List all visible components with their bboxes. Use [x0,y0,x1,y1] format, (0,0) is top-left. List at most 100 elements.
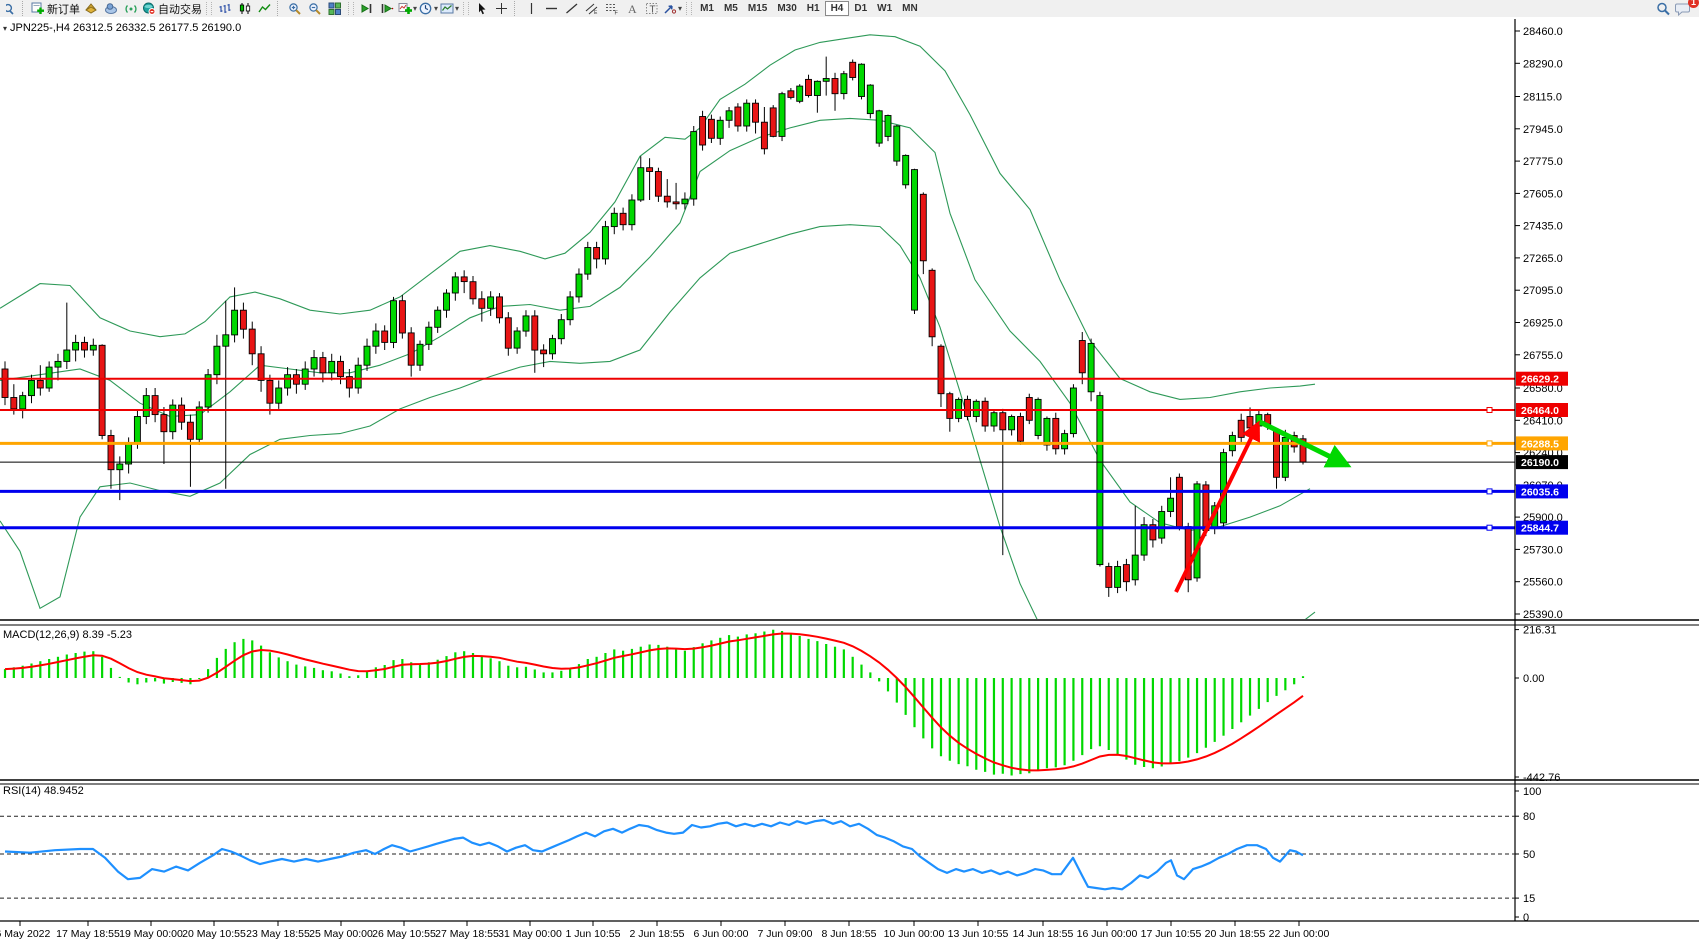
candle-body [841,74,847,94]
symbol-ohlc-text: JPN225-,H4 26312.5 26332.5 26177.5 26190… [10,22,241,34]
candle-body [258,354,264,381]
time-tick-label: 31 May 00:00 [498,928,562,940]
candle-body [37,380,43,388]
candle-body [744,103,750,126]
candle-body [594,248,600,259]
candle-body [408,333,414,365]
candle-body [29,380,35,395]
candle-body [1035,399,1041,435]
price-tick-label: 27775.0 [1523,156,1563,168]
candle-body [179,405,185,422]
candle-body [708,119,714,138]
rsi-tick-label: 50 [1523,849,1535,861]
hline-handle[interactable] [1487,489,1492,494]
candle-body [2,369,8,398]
price-line-badge: 26190.0 [1516,455,1568,469]
candle-body [1132,555,1138,580]
price-tick-label: 28460.0 [1523,26,1563,38]
rsi-tick-label: 80 [1523,811,1535,823]
candle-body [885,116,891,137]
candle-body [11,398,17,409]
candle-body [859,64,865,96]
hline-handle[interactable] [1487,408,1492,413]
candle-body [1097,396,1103,565]
candle-body [329,361,335,372]
time-tick-label: 10 Jun 00:00 [884,928,945,940]
candle-body [223,335,229,346]
candle-body [814,81,820,95]
candle-body [823,79,829,82]
candle-body [735,107,741,126]
candle-body [602,227,608,259]
candle-body [770,108,776,136]
candle-body [488,297,494,308]
candle-body [867,85,873,114]
candle-body [700,117,706,146]
candle-body [1044,418,1050,445]
candle-body [1062,434,1068,449]
price-tick-label: 28115.0 [1523,92,1562,104]
candle-body [982,401,988,426]
price-tick-label: 27435.0 [1523,221,1563,233]
candle-body [82,342,88,350]
candle-body [991,413,997,426]
candle-body [1238,420,1244,437]
candle-body [673,202,679,204]
time-tick-label: 22 Jun 00:00 [1269,928,1330,940]
candle-body [1018,417,1024,442]
candle-body [726,111,732,121]
candle-body [647,168,653,172]
candle-body [99,345,105,435]
symbol-ohlc-label: ▾JPN225-,H4 26312.5 26332.5 26177.5 2619… [3,22,241,34]
candle-body [73,342,79,350]
candle-body [267,380,273,403]
candle-body [717,120,723,138]
candle-body [152,396,158,415]
candle-body [134,417,140,444]
time-tick-label: 20 May 10:55 [182,928,246,940]
price-line-badge: 26035.6 [1516,484,1568,498]
candle-body [90,345,96,350]
candle-body [196,407,202,439]
chart-window[interactable]: 28460.028290.028115.027945.027775.027605… [0,0,1699,943]
candle-body [1168,498,1174,511]
candle-body [514,331,520,348]
time-tick-label: 6 Jun 00:00 [694,928,749,940]
hline-handle[interactable] [1487,525,1492,530]
time-tick-label: 14 Jun 18:55 [1013,928,1074,940]
candle-body [929,270,935,337]
candle-body [249,329,255,354]
candle-body [461,277,467,282]
price-chart[interactable]: 28460.028290.028115.027945.027775.027605… [0,0,1699,943]
candle-body [691,132,697,199]
price-tick-label: 27095.0 [1523,285,1563,297]
candle-body [1115,567,1121,588]
price-tick-label: 25390.0 [1523,609,1563,621]
candle-body [497,297,503,318]
svg-text:26464.0: 26464.0 [1521,405,1559,417]
price-tick-label: 26410.0 [1523,415,1563,427]
time-tick-label: 1 Jun 10:55 [566,928,621,940]
candle-body [320,358,326,373]
rsi-indicator-label: RSI(14) 48.9452 [3,785,84,797]
candle-body [753,103,759,122]
price-tick-label: 27265.0 [1523,253,1563,265]
time-tick-label: 16 May 2022 [0,928,51,940]
time-tick-label: 25 May 00:00 [309,928,373,940]
time-tick-label: 20 Jun 18:55 [1205,928,1266,940]
candle-body [761,122,767,149]
candle-body [64,350,70,361]
candle-body [382,331,388,342]
candle-body [894,126,900,161]
candle-body [444,293,450,310]
time-tick-label: 7 Jun 09:00 [758,928,813,940]
time-tick-label: 23 May 18:55 [246,928,310,940]
candle-body [779,94,785,137]
rsi-tick-label: 15 [1523,893,1535,905]
candle-body [338,361,344,376]
candle-body [470,282,476,299]
time-tick-label: 19 May 00:00 [119,928,183,940]
candle-body [1026,398,1032,421]
svg-text:26035.6: 26035.6 [1521,486,1559,498]
hline-handle[interactable] [1487,441,1492,446]
